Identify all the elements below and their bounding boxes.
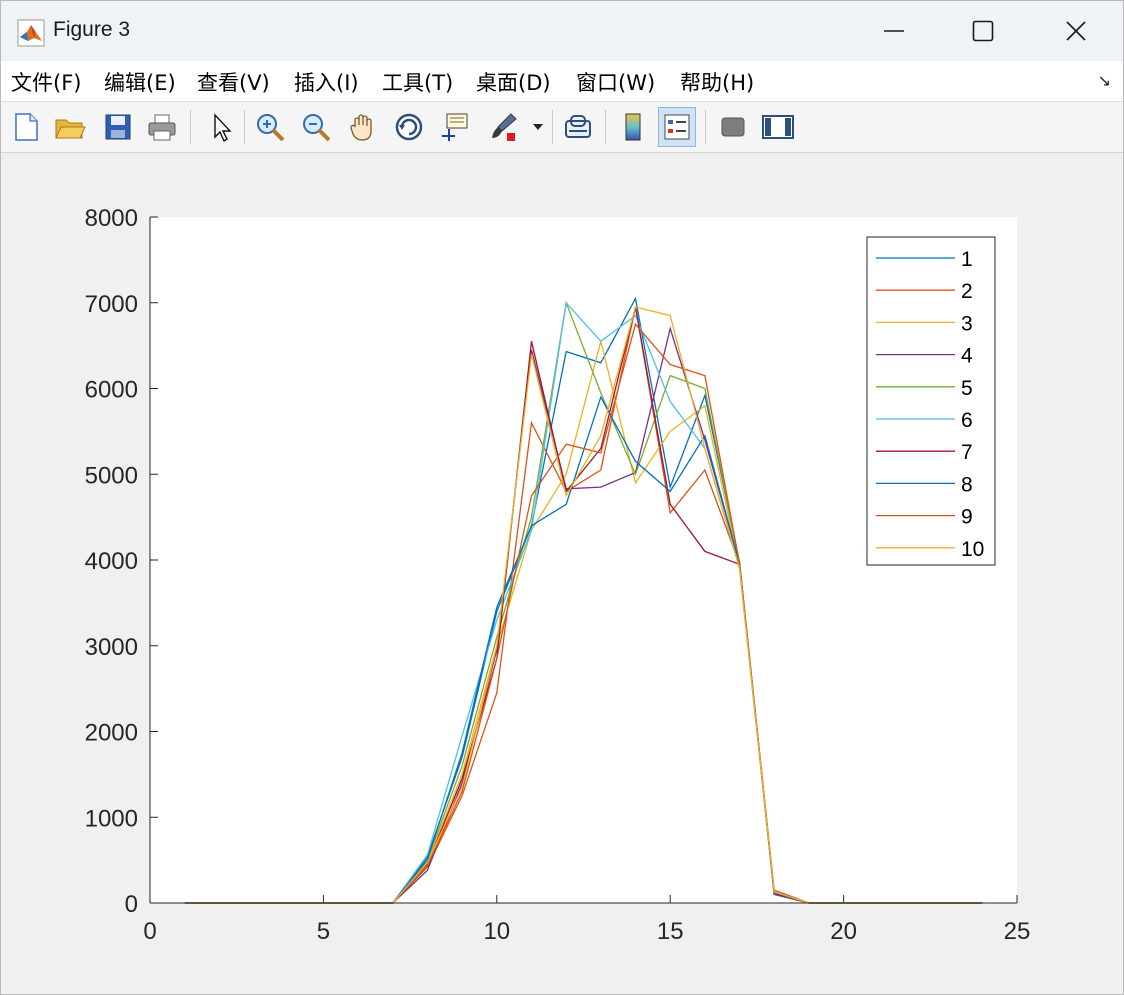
figure-plot-area: 0 5 10 15 20 25010002000300040005000600070008… [85, 205, 1031, 945]
y-tick-label: 8000 [85, 205, 138, 232]
legend-label: 4 [961, 345, 973, 368]
legend-label: 7 [961, 441, 973, 464]
legend-label: 1 [961, 248, 973, 271]
y-tick-label: 4000 [85, 548, 138, 575]
legend-label: 8 [961, 473, 973, 496]
x-tick-label: 25 [1004, 918, 1031, 945]
legend-label: 2 [961, 280, 973, 303]
x-tick-label: 5 [317, 918, 330, 945]
x-tick-label: 0 [143, 918, 156, 945]
y-tick-label: 3000 [85, 634, 138, 661]
y-tick-label: 0 [125, 891, 138, 918]
x-tick-label: 10 [483, 918, 510, 945]
y-tick-label: 1000 [85, 805, 138, 832]
y-tick-label: 5000 [85, 462, 138, 489]
x-tick-label: 20 [830, 918, 857, 945]
y-tick-label: 2000 [85, 720, 138, 747]
x-tick-label: 15 [657, 918, 684, 945]
legend-label: 9 [961, 506, 973, 529]
legend-label: 3 [961, 312, 973, 335]
legend-label: 5 [961, 377, 973, 400]
y-tick-label: 6000 [85, 377, 138, 404]
figure-window: Figure 3 文件(F) 编辑(E) 查看(V) 插入(I) 工具(T) 桌… [0, 0, 1124, 995]
legend-label: 6 [961, 409, 973, 432]
legend-label: 10 [961, 538, 984, 561]
legend[interactable]: 1 2 3 4 5 6 7 8 9 10 [866, 236, 996, 566]
y-tick-label: 7000 [85, 291, 138, 318]
